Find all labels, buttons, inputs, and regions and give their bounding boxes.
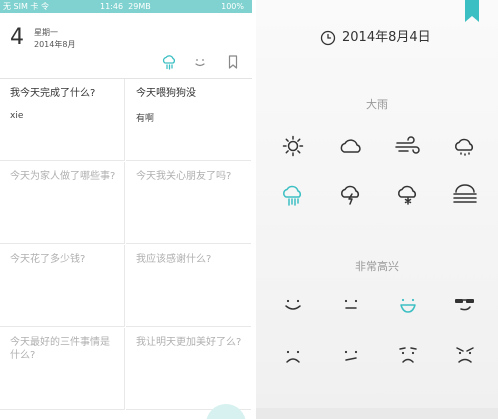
question-text: 今天喂狗狗没 <box>136 88 196 99</box>
question-text: 我让明天更加美好了么? <box>136 337 242 348</box>
sunny-icon[interactable] <box>278 133 308 159</box>
picker-panel: 2014年8月4日 大雨 非常高兴 <box>256 0 498 419</box>
month-label: 2014年8月 <box>34 40 76 49</box>
angry-icon[interactable] <box>450 342 480 368</box>
question-grid: 我今天完成了什么? xie 今天喂狗狗没 有啊 今天为家人做了哪些事? 今天我关心朋友了吗… <box>0 78 252 419</box>
question-text: 我今天完成了什么? <box>10 88 96 99</box>
question-cell[interactable]: 今天喂狗狗没 有啊 <box>126 79 251 161</box>
answer-text: xie <box>10 111 24 121</box>
thunderstorm-icon[interactable] <box>336 180 366 206</box>
mood-selection-label: 非常高兴 <box>355 260 399 273</box>
snow-icon[interactable] <box>393 180 423 206</box>
carrier-label: 无 SIM 卡 令 <box>3 2 49 11</box>
windy-icon[interactable] <box>393 133 423 159</box>
day-number: 4 <box>10 25 24 50</box>
very-happy-icon[interactable] <box>393 291 423 317</box>
mood-icon[interactable] <box>192 54 208 70</box>
question-text: 今天最好的三件事情是什么? <box>10 337 110 361</box>
question-cell[interactable]: 我应该感谢什么? <box>126 245 251 327</box>
smirk-icon[interactable] <box>336 342 366 368</box>
smile-icon[interactable] <box>278 291 308 317</box>
clock-icon <box>320 30 336 46</box>
cool-icon[interactable] <box>450 291 480 317</box>
answer-text: 有啊 <box>136 114 155 124</box>
sad-icon[interactable] <box>278 342 308 368</box>
question-text: 今天我关心朋友了吗? <box>136 171 232 182</box>
weather-selection-label: 大雨 <box>366 98 388 111</box>
bookmark-ribbon-icon[interactable] <box>465 0 479 22</box>
question-cell[interactable]: 今天花了多少钱? <box>0 245 125 327</box>
status-time: 11:46 29MB <box>100 2 151 11</box>
worried-icon[interactable] <box>393 342 423 368</box>
bottom-bar <box>256 408 498 419</box>
question-cell[interactable]: 我让明天更加美好了么? <box>126 328 251 410</box>
question-cell[interactable]: 今天我关心朋友了吗? <box>126 162 251 244</box>
neutral-icon[interactable] <box>336 291 366 317</box>
question-text: 今天为家人做了哪些事? <box>10 171 116 182</box>
question-cell[interactable]: 今天为家人做了哪些事? <box>0 162 125 244</box>
question-text: 我应该感谢什么? <box>136 254 212 265</box>
question-text: 今天花了多少钱? <box>10 254 86 265</box>
question-cell[interactable]: 今天最好的三件事情是什么? <box>0 328 125 410</box>
cloudy-icon[interactable] <box>336 133 366 159</box>
diary-panel: 无 SIM 卡 令 11:46 29MB 100% 4 星期一 2014年8月 … <box>0 0 252 419</box>
weekday-label: 星期一 <box>34 28 58 37</box>
battery-label: 100% <box>221 2 244 11</box>
picker-date: 2014年8月4日 <box>342 30 431 45</box>
heavy-rain-icon[interactable] <box>278 180 308 206</box>
fog-icon[interactable] <box>450 180 480 206</box>
light-rain-icon[interactable] <box>450 133 480 159</box>
bookmark-icon[interactable] <box>225 54 241 70</box>
weather-icon[interactable] <box>161 54 177 70</box>
status-bar: 无 SIM 卡 令 11:46 29MB 100% <box>0 0 252 13</box>
question-cell[interactable]: 我今天完成了什么? xie <box>0 79 125 161</box>
